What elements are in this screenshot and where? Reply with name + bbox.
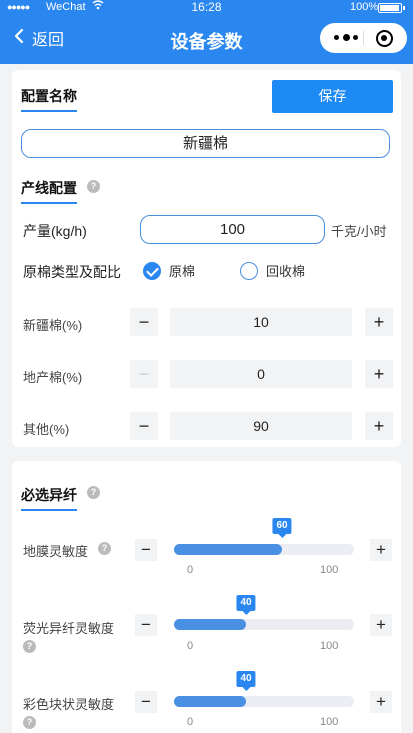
more-dots-icon[interactable] [332, 29, 360, 45]
output-label: 产量(kg/h) [23, 223, 87, 239]
slider-label-film: 地膜灵敏度 [23, 544, 89, 559]
slider-value-badge: 60 [272, 518, 292, 538]
plus-button[interactable]: + [370, 614, 392, 636]
question-icon[interactable]: ? [23, 716, 36, 729]
plus-button[interactable]: + [365, 412, 393, 440]
ratio-value-other[interactable]: 90 [170, 412, 352, 440]
minus-button[interactable]: − [130, 412, 158, 440]
slider-min: 0 [187, 716, 194, 728]
slider-fill [174, 544, 282, 555]
status-bar: ●●●●● WeChat 16:28 100% [0, 0, 413, 16]
radio-label: 原棉 [169, 264, 196, 279]
ratio-label-other: 其他(%) [23, 422, 70, 437]
minus-button[interactable]: − [135, 539, 157, 561]
plus-button[interactable]: + [365, 308, 393, 336]
slider-value-badge: 40 [236, 671, 256, 691]
miniprogram-capsule [320, 23, 407, 53]
question-icon[interactable]: ? [87, 486, 100, 499]
plus-button[interactable]: + [370, 691, 392, 713]
fibers-card: 必选异纤 ? 地膜灵敏度 ? − 60 0 100 + 荧光异纤灵敏度 ? − … [12, 461, 401, 733]
radio-unchecked-icon [240, 261, 258, 280]
slider-label-color-block: 彩色块状灵敏度 [23, 697, 115, 712]
radio-checked-icon [143, 261, 161, 280]
battery-icon [378, 3, 402, 13]
question-icon[interactable]: ? [87, 180, 100, 193]
minus-button[interactable]: − [135, 614, 157, 636]
radio-raw-cotton[interactable]: 原棉 [143, 261, 195, 280]
line-config-title: 产线配置 [21, 178, 77, 204]
question-icon[interactable]: ? [98, 542, 111, 555]
config-name-title: 配置名称 [21, 86, 77, 112]
output-input[interactable]: 100 [140, 215, 325, 244]
fibers-title: 必选异纤 [21, 485, 77, 511]
config-card: 配置名称 保存 新疆棉 产线配置 ? 产量(kg/h) 100 千克/小时 原棉… [12, 70, 401, 447]
slider-min: 0 [187, 640, 194, 652]
minus-button[interactable]: − [130, 360, 158, 388]
slider-track[interactable] [174, 544, 354, 555]
plus-button[interactable]: + [365, 360, 393, 388]
radio-label: 回收棉 [266, 264, 306, 279]
battery-tip [403, 6, 405, 10]
question-icon[interactable]: ? [23, 640, 36, 653]
capsule-divider [363, 31, 364, 45]
ratio-value-xinjiang[interactable]: 10 [170, 308, 352, 336]
output-unit: 千克/小时 [331, 224, 387, 239]
slider-max: 100 [320, 564, 339, 576]
minus-button[interactable]: − [135, 691, 157, 713]
close-miniprogram-icon[interactable] [376, 30, 393, 47]
slider-label-fluorescent: 荧光异纤灵敏度 [23, 621, 115, 636]
ratio-label-xinjiang: 新疆棉(%) [23, 318, 83, 333]
slider-track[interactable] [174, 619, 354, 630]
plus-button[interactable]: + [370, 539, 392, 561]
battery-percent: 100% [350, 1, 379, 13]
slider-max: 100 [320, 640, 339, 652]
slider-track[interactable] [174, 696, 354, 707]
chevron-left-icon [14, 28, 24, 49]
radio-recycled-cotton[interactable]: 回收棉 [240, 261, 305, 280]
cotton-type-label: 原棉类型及配比 [23, 264, 121, 280]
slider-fill [174, 619, 246, 630]
slider-fill [174, 696, 246, 707]
slider-max: 100 [320, 716, 339, 728]
nav-bar: ●●●●● WeChat 16:28 100% 返回 设备参数 [0, 0, 413, 64]
slider-min: 0 [187, 564, 194, 576]
slider-value-badge: 40 [236, 595, 256, 615]
minus-button[interactable]: − [130, 308, 158, 336]
ratio-value-local[interactable]: 0 [170, 360, 352, 388]
ratio-label-local: 地产棉(%) [23, 370, 83, 385]
save-button[interactable]: 保存 [272, 80, 393, 113]
back-label: 返回 [32, 32, 65, 49]
back-button[interactable]: 返回 [14, 26, 64, 50]
config-name-input[interactable]: 新疆棉 [21, 129, 390, 158]
